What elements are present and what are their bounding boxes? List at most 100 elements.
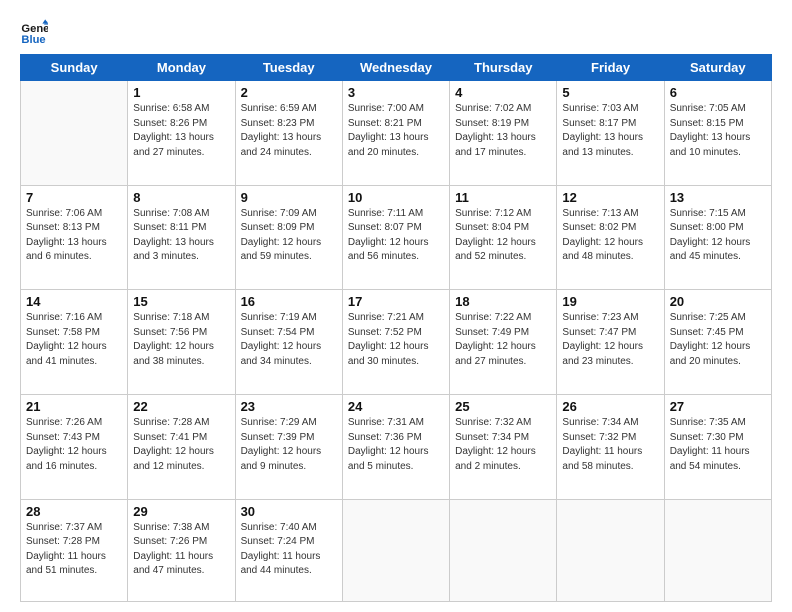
day-number: 17 <box>348 294 444 309</box>
calendar-cell: 15Sunrise: 7:18 AM Sunset: 7:56 PM Dayli… <box>128 290 235 395</box>
day-info: Sunrise: 7:00 AM Sunset: 8:21 PM Dayligh… <box>348 102 444 160</box>
calendar-cell: 28 Sunrise: 7:37 AM Sunset: 7:28 PM Dayli… <box>21 499 128 601</box>
day-number: 30 <box>241 504 337 519</box>
calendar-cell: 5 Sunrise: 7:03 AM Sunset: 8:17 PM Daylig… <box>557 81 664 186</box>
calendar-cell: 18 Sunrise: 7:22 AM Sunset: 7:49 PM Dayli… <box>450 290 557 395</box>
weekday-header-tuesday: Tuesday <box>235 55 342 81</box>
weekday-header-monday: Monday <box>128 55 235 81</box>
calendar-cell: 10 Sunrise: 7:11 AM Sunset: 8:07 PM Dayli… <box>342 185 449 290</box>
calendar-cell <box>557 499 664 601</box>
day-info: Sunrise: 7:16 AM Sunset: 7:58 PM Dayligh… <box>26 311 122 369</box>
calendar-cell: 30 Sunrise: 7:40 AM Sunset: 7:24 PM Dayli… <box>235 499 342 601</box>
calendar-cell: 11Sunrise: 7:12 AM Sunset: 8:04 PM Dayli… <box>450 185 557 290</box>
calendar-cell <box>342 499 449 601</box>
calendar-cell: 19 Sunrise: 7:23 AM Sunset: 7:47 PM Dayli… <box>557 290 664 395</box>
day-number: 4 <box>455 85 551 100</box>
calendar-cell: 25 Sunrise: 7:32 AM Sunset: 7:34 PM Dayli… <box>450 395 557 500</box>
day-number: 3 <box>348 85 444 100</box>
day-number: 10 <box>348 190 444 205</box>
day-number: 6 <box>670 85 766 100</box>
calendar-cell: 13 Sunrise: 7:15 AM Sunset: 8:00 PM Dayli… <box>664 185 771 290</box>
calendar-cell: 6 Sunrise: 7:05 AM Sunset: 8:15 PM Daylig… <box>664 81 771 186</box>
weekday-header-saturday: Saturday <box>664 55 771 81</box>
day-number: 13 <box>670 190 766 205</box>
day-info: Sunrise: 7:34 AM Sunset: 7:32 PM Dayligh… <box>562 416 658 474</box>
day-info: Sunrise: 7:09 AM Sunset: 8:09 PM Dayligh… <box>241 207 337 265</box>
calendar-cell: 9 Sunrise: 7:09 AM Sunset: 8:09 PM Daylig… <box>235 185 342 290</box>
day-number: 12 <box>562 190 658 205</box>
day-number: 8 <box>133 190 229 205</box>
week-row-1: 1 Sunrise: 6:58 AM Sunset: 8:26 PM Daylig… <box>21 81 772 186</box>
day-number: 23 <box>241 399 337 414</box>
logo: General Blue <box>20 18 52 46</box>
day-info: Sunrise: 6:59 AM Sunset: 8:23 PM Dayligh… <box>241 102 337 160</box>
calendar-cell: 21 Sunrise: 7:26 AM Sunset: 7:43 PM Dayli… <box>21 395 128 500</box>
day-info: Sunrise: 7:15 AM Sunset: 8:00 PM Dayligh… <box>670 207 766 265</box>
day-info: Sunrise: 7:06 AM Sunset: 8:13 PM Dayligh… <box>26 207 122 265</box>
day-number: 1 <box>133 85 229 100</box>
calendar-cell: 22 Sunrise: 7:28 AM Sunset: 7:41 PM Dayli… <box>128 395 235 500</box>
calendar-cell: 14 Sunrise: 7:16 AM Sunset: 7:58 PM Dayli… <box>21 290 128 395</box>
calendar-cell: 24Sunrise: 7:31 AM Sunset: 7:36 PM Dayli… <box>342 395 449 500</box>
day-info: Sunrise: 7:23 AM Sunset: 7:47 PM Dayligh… <box>562 311 658 369</box>
day-info: Sunrise: 7:13 AM Sunset: 8:02 PM Dayligh… <box>562 207 658 265</box>
day-info: Sunrise: 7:25 AM Sunset: 7:45 PM Dayligh… <box>670 311 766 369</box>
day-number: 20 <box>670 294 766 309</box>
day-number: 9 <box>241 190 337 205</box>
calendar-cell: 2 Sunrise: 6:59 AM Sunset: 8:23 PM Daylig… <box>235 81 342 186</box>
day-number: 5 <box>562 85 658 100</box>
weekday-header-friday: Friday <box>557 55 664 81</box>
day-number: 26 <box>562 399 658 414</box>
day-number: 21 <box>26 399 122 414</box>
calendar-cell: 17 Sunrise: 7:21 AM Sunset: 7:52 PM Dayli… <box>342 290 449 395</box>
day-info: Sunrise: 6:58 AM Sunset: 8:26 PM Dayligh… <box>133 102 229 160</box>
weekday-header-thursday: Thursday <box>450 55 557 81</box>
day-number: 22 <box>133 399 229 414</box>
day-info: Sunrise: 7:35 AM Sunset: 7:30 PM Dayligh… <box>670 416 766 474</box>
calendar-cell: 1 Sunrise: 6:58 AM Sunset: 8:26 PM Daylig… <box>128 81 235 186</box>
day-number: 25 <box>455 399 551 414</box>
calendar-table: SundayMondayTuesdayWednesdayThursdayFrid… <box>20 54 772 602</box>
calendar-cell: 23Sunrise: 7:29 AM Sunset: 7:39 PM Dayli… <box>235 395 342 500</box>
day-number: 14 <box>26 294 122 309</box>
day-info: Sunrise: 7:03 AM Sunset: 8:17 PM Dayligh… <box>562 102 658 160</box>
logo-icon: General Blue <box>20 18 48 46</box>
calendar-cell: 7 Sunrise: 7:06 AM Sunset: 8:13 PM Daylig… <box>21 185 128 290</box>
day-info: Sunrise: 7:05 AM Sunset: 8:15 PM Dayligh… <box>670 102 766 160</box>
week-row-4: 21 Sunrise: 7:26 AM Sunset: 7:43 PM Dayli… <box>21 395 772 500</box>
page-container: General Blue SundayMondayTuesdayWednesda… <box>0 0 792 612</box>
header: General Blue <box>20 18 772 46</box>
calendar-cell: 26 Sunrise: 7:34 AM Sunset: 7:32 PM Dayli… <box>557 395 664 500</box>
day-number: 28 <box>26 504 122 519</box>
calendar-cell: 3 Sunrise: 7:00 AM Sunset: 8:21 PM Daylig… <box>342 81 449 186</box>
week-row-3: 14 Sunrise: 7:16 AM Sunset: 7:58 PM Dayli… <box>21 290 772 395</box>
day-info: Sunrise: 7:22 AM Sunset: 7:49 PM Dayligh… <box>455 311 551 369</box>
calendar-cell: 20 Sunrise: 7:25 AM Sunset: 7:45 PM Dayli… <box>664 290 771 395</box>
day-number: 29 <box>133 504 229 519</box>
calendar-cell: 8 Sunrise: 7:08 AM Sunset: 8:11 PM Daylig… <box>128 185 235 290</box>
day-number: 16 <box>241 294 337 309</box>
day-info: Sunrise: 7:08 AM Sunset: 8:11 PM Dayligh… <box>133 207 229 265</box>
day-info: Sunrise: 7:26 AM Sunset: 7:43 PM Dayligh… <box>26 416 122 474</box>
day-info: Sunrise: 7:11 AM Sunset: 8:07 PM Dayligh… <box>348 207 444 265</box>
week-row-5: 28 Sunrise: 7:37 AM Sunset: 7:28 PM Dayli… <box>21 499 772 601</box>
weekday-header-wednesday: Wednesday <box>342 55 449 81</box>
day-info: Sunrise: 7:28 AM Sunset: 7:41 PM Dayligh… <box>133 416 229 474</box>
day-info: Sunrise: 7:21 AM Sunset: 7:52 PM Dayligh… <box>348 311 444 369</box>
day-info: Sunrise: 7:37 AM Sunset: 7:28 PM Dayligh… <box>26 521 122 579</box>
svg-text:Blue: Blue <box>21 34 45 46</box>
day-number: 11 <box>455 190 551 205</box>
day-number: 18 <box>455 294 551 309</box>
day-number: 19 <box>562 294 658 309</box>
week-row-2: 7 Sunrise: 7:06 AM Sunset: 8:13 PM Daylig… <box>21 185 772 290</box>
day-number: 2 <box>241 85 337 100</box>
day-info: Sunrise: 7:18 AM Sunset: 7:56 PM Dayligh… <box>133 311 229 369</box>
weekday-header-row: SundayMondayTuesdayWednesdayThursdayFrid… <box>21 55 772 81</box>
day-info: Sunrise: 7:19 AM Sunset: 7:54 PM Dayligh… <box>241 311 337 369</box>
day-number: 27 <box>670 399 766 414</box>
calendar-cell: 29Sunrise: 7:38 AM Sunset: 7:26 PM Dayli… <box>128 499 235 601</box>
calendar-cell: 16 Sunrise: 7:19 AM Sunset: 7:54 PM Dayli… <box>235 290 342 395</box>
day-info: Sunrise: 7:32 AM Sunset: 7:34 PM Dayligh… <box>455 416 551 474</box>
day-info: Sunrise: 7:40 AM Sunset: 7:24 PM Dayligh… <box>241 521 337 579</box>
day-number: 7 <box>26 190 122 205</box>
